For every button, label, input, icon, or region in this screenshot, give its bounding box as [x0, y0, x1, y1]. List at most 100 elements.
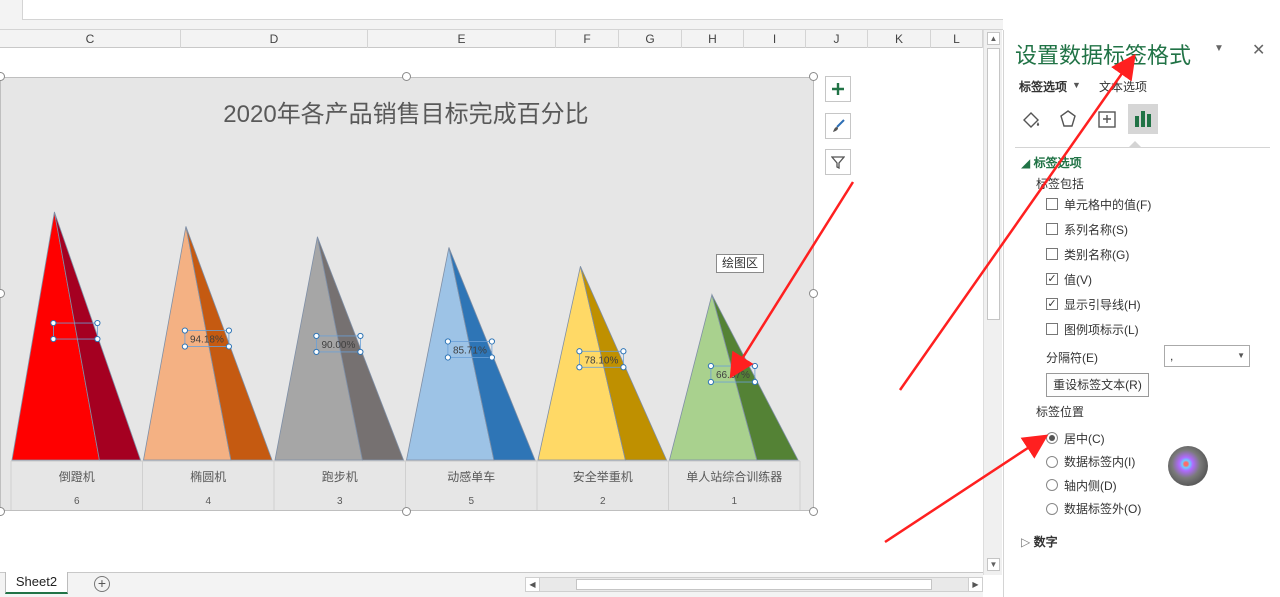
column-header-k[interactable]: K [868, 30, 931, 48]
data-label-handle[interactable] [620, 348, 627, 355]
data-label[interactable]: 94.18% [190, 335, 224, 346]
checkbox[interactable] [1046, 223, 1058, 235]
assistant-orb-icon[interactable] [1168, 446, 1208, 486]
column-header-h[interactable]: H [682, 30, 744, 48]
data-label-handle[interactable] [313, 332, 320, 340]
sub-category-label: 6 [74, 496, 80, 507]
checkbox-row[interactable]: ✓ 值(V) [1046, 271, 1092, 287]
formula-input[interactable] [22, 0, 1003, 20]
checkbox-row[interactable]: ✓ 显示引导线(H) [1046, 296, 1141, 312]
data-label-handle[interactable] [707, 378, 715, 386]
radio-row[interactable]: 数据标签外(O) [1046, 501, 1141, 517]
data-label-handle[interactable] [181, 343, 189, 350]
vertical-scroll-thumb[interactable] [987, 48, 1000, 320]
effects-icon[interactable] [1053, 104, 1083, 134]
tab-text-options[interactable]: 文本选项 [1099, 78, 1147, 95]
chart-resize-handle[interactable] [809, 72, 818, 81]
checkbox[interactable]: ✓ [1046, 273, 1058, 285]
chart-styles-button[interactable] [825, 113, 851, 139]
data-label-handle[interactable] [488, 338, 496, 345]
data-label-handle[interactable] [225, 343, 233, 350]
data-label-handle[interactable] [225, 327, 233, 334]
data-label-handle[interactable] [94, 335, 101, 343]
checkbox[interactable] [1046, 198, 1058, 210]
horizontal-scroll-thumb[interactable] [576, 579, 932, 590]
reset-label-text-button[interactable]: 重设标签文本(R) [1046, 373, 1149, 397]
section-number[interactable]: ▷ 数字 [1021, 533, 1058, 550]
column-header-e[interactable]: E [368, 30, 556, 48]
chart-area[interactable]: 2020年各产品销售目标完成百分比 倒蹬机 6 94.18% 椭圆机 4 90.00% 跑步… [0, 77, 814, 511]
label-options-chart-icon[interactable] [1128, 104, 1158, 134]
chart-filters-button[interactable] [825, 149, 851, 175]
data-label-handle[interactable] [707, 362, 715, 370]
sub-category-label: 3 [337, 496, 343, 507]
column-header-j[interactable]: J [806, 30, 868, 48]
data-label-handle[interactable] [313, 348, 320, 356]
data-label[interactable]: 66.67% [716, 370, 750, 381]
column-header-c[interactable]: C [0, 30, 181, 48]
vertical-scrollbar[interactable]: ▲ ▼ [983, 30, 1002, 575]
checkbox[interactable] [1046, 323, 1058, 335]
data-label-handle[interactable] [50, 335, 57, 343]
data-label[interactable]: 90.00% [321, 340, 355, 351]
sheet-tab-sheet2[interactable]: Sheet2 [5, 572, 68, 594]
size-properties-icon[interactable] [1092, 104, 1122, 134]
scroll-left-arrow[interactable]: ◀ [526, 578, 540, 591]
close-icon[interactable]: ✕ [1252, 40, 1265, 60]
data-label-handle[interactable] [620, 364, 627, 371]
chart-resize-handle[interactable] [402, 507, 411, 516]
tab-label-options[interactable]: 标签选项 [1019, 78, 1067, 95]
scroll-down-arrow[interactable]: ▼ [987, 558, 1000, 571]
checkbox-row[interactable]: 图例项标示(L) [1046, 321, 1139, 337]
separator-select[interactable]: , ▼ [1164, 345, 1250, 367]
chevron-down-icon: ▼ [1237, 351, 1245, 360]
column-header-f[interactable]: F [556, 30, 619, 48]
chevron-down-icon[interactable]: ▼ [1072, 80, 1081, 90]
checkbox-row[interactable]: 类别名称(G) [1046, 246, 1129, 262]
checkbox[interactable] [1046, 248, 1058, 260]
section-label-options[interactable]: ◢ 标签选项 [1021, 154, 1082, 171]
checkbox-row[interactable]: 系列名称(S) [1046, 221, 1128, 237]
scroll-up-arrow[interactable]: ▲ [987, 32, 1000, 45]
column-header-g[interactable]: G [619, 30, 682, 48]
pane-options-dropdown-icon[interactable]: ▼ [1214, 43, 1224, 54]
data-label-handle[interactable] [751, 378, 759, 386]
chart-elements-button[interactable] [825, 76, 851, 102]
data-label-handle[interactable] [94, 319, 101, 327]
chart-resize-handle[interactable] [402, 72, 411, 81]
column-header-l[interactable]: L [931, 30, 983, 48]
add-sheet-icon[interactable]: + [94, 576, 110, 592]
radio-row[interactable]: 数据标签内(I) [1046, 454, 1135, 470]
data-label-handle[interactable] [576, 364, 583, 371]
radio-row[interactable]: 居中(C) [1046, 430, 1105, 446]
data-label-handle[interactable] [751, 362, 759, 370]
data-label-handle[interactable] [50, 319, 57, 327]
data-label-handle[interactable] [444, 354, 452, 361]
fill-line-icon[interactable] [1016, 104, 1046, 134]
data-label-handle[interactable] [181, 327, 189, 334]
column-header-d[interactable]: D [181, 30, 368, 48]
plot-area[interactable]: 倒蹬机 6 94.18% 椭圆机 4 90.00% 跑步机 3 85.71% 动感单车 5 78.10… [1, 78, 815, 512]
horizontal-scrollbar[interactable]: ◀ ▶ [525, 577, 983, 592]
radio-button[interactable] [1046, 432, 1058, 444]
data-label-handle[interactable] [444, 338, 452, 345]
category-label: 动感单车 [447, 469, 495, 484]
data-label-handle[interactable] [576, 348, 583, 355]
data-label[interactable]: 85.71% [453, 345, 487, 356]
radio-button[interactable] [1046, 502, 1058, 515]
data-label[interactable]: 78.10% [584, 355, 618, 366]
sub-category-label: 1 [731, 496, 737, 507]
column-header-i[interactable]: I [744, 30, 806, 48]
scroll-right-arrow[interactable]: ▶ [968, 578, 982, 591]
checkbox[interactable]: ✓ [1046, 298, 1058, 310]
data-label-handle[interactable] [357, 348, 364, 356]
radio-button[interactable] [1046, 455, 1058, 468]
chart-resize-handle[interactable] [809, 507, 818, 516]
formula-bar [0, 0, 1003, 30]
radio-row[interactable]: 轴内侧(D) [1046, 477, 1117, 493]
chart-resize-handle[interactable] [809, 289, 818, 298]
data-label-handle[interactable] [488, 354, 496, 361]
data-label-handle[interactable] [357, 332, 364, 340]
checkbox-row[interactable]: 单元格中的值(F) [1046, 196, 1151, 212]
radio-button[interactable] [1046, 479, 1058, 491]
